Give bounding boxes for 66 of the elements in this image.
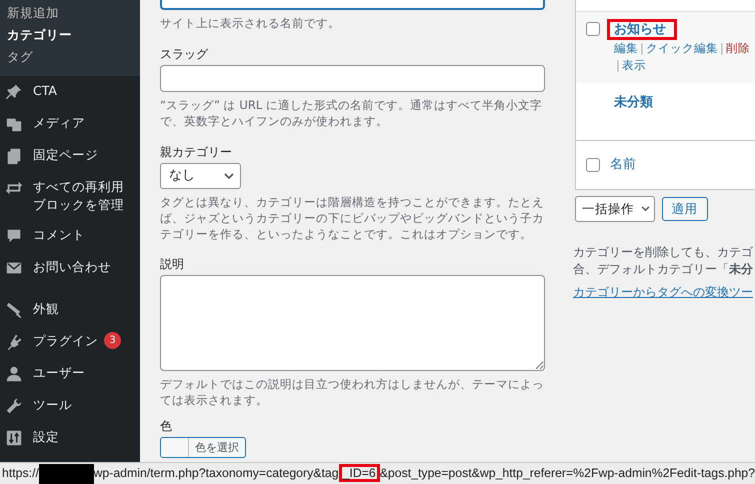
menu-label: プラグイン bbox=[33, 332, 98, 350]
menu-label: CTA bbox=[33, 82, 57, 100]
wrench-icon bbox=[5, 396, 23, 416]
sidebar-submenu-item[interactable]: カテゴリー bbox=[0, 24, 140, 46]
field-hint: タグとは異なり、カテゴリーは階層構造を持つことができます。たとえば、ジャズというカテゴリーの下にビバップやビッグバンドという子カテゴリーを作る、といったようなことです。これはオプションです。 bbox=[160, 194, 545, 242]
plug-icon bbox=[5, 332, 23, 352]
field-hint: デフォルトではこの説明は目立つ使われ方はしませんが、テーマによっては表示されます。 bbox=[160, 376, 545, 408]
separator: | bbox=[720, 40, 724, 54]
separator: | bbox=[616, 58, 620, 72]
apply-button[interactable]: 適用 bbox=[662, 196, 708, 222]
sidebar-menu-item[interactable]: メディア bbox=[0, 108, 140, 140]
pin-icon bbox=[5, 82, 23, 102]
field-label: 親カテゴリー bbox=[160, 144, 233, 160]
menu-label: 固定ページ bbox=[33, 146, 98, 164]
separator: | bbox=[640, 40, 644, 54]
bulk-actions-select[interactable]: 一括操作 bbox=[575, 196, 655, 222]
sidebar-menu-item[interactable]: 設定 bbox=[0, 422, 140, 454]
sidebar-menu-item[interactable]: 固定ページ bbox=[0, 140, 140, 172]
category-name-link[interactable]: 未分類 bbox=[614, 94, 653, 110]
redaction-block bbox=[38, 464, 94, 484]
menu-label: すべての再利用ブロックを管理 bbox=[33, 178, 125, 214]
note-text: 合、デフォルトカテゴリー「未分 bbox=[573, 261, 754, 278]
column-header-link[interactable]: 名前 bbox=[610, 155, 636, 174]
menu-label: ユーザー bbox=[33, 364, 85, 382]
menu-label: お問い合わせ bbox=[33, 258, 111, 276]
field-label: 説明 bbox=[160, 256, 185, 272]
category-name-link[interactable]: お知らせ bbox=[610, 22, 674, 37]
sidebar-menu-item[interactable]: ツール bbox=[0, 390, 140, 422]
menu-label: ツール bbox=[33, 396, 72, 414]
field-label: 色 bbox=[160, 418, 173, 434]
sidebar-menu-item[interactable]: 外観 bbox=[0, 294, 140, 326]
sidebar-menu-item[interactable]: すべての再利用ブロックを管理 bbox=[0, 172, 140, 220]
color-picker-button[interactable]: 色を選択 bbox=[160, 437, 246, 458]
pages-icon bbox=[5, 146, 23, 166]
url-prefix: https:// bbox=[2, 465, 39, 482]
sliders-icon bbox=[5, 428, 23, 448]
parent-category-select[interactable]: なし bbox=[160, 163, 241, 189]
select-all-checkbox[interactable] bbox=[586, 158, 600, 172]
sidebar-submenu-item[interactable]: タグ bbox=[0, 46, 140, 68]
field-hint: サイト上に表示される名前です。 bbox=[160, 15, 341, 31]
menu-label: 設定 bbox=[33, 428, 59, 446]
sidebar-submenu-item[interactable]: 新規追加 bbox=[0, 2, 140, 24]
sidebar-menu-item[interactable]: プラグイン 3 bbox=[0, 326, 140, 358]
field-hint: “スラッグ” は URL に適した形式の名前です。通常はすべて半角小文字で、英数字とハイフンのみが使われます。 bbox=[160, 97, 544, 129]
converter-link[interactable]: カテゴリーからタグへの変換ツー bbox=[573, 284, 753, 302]
slug-input-field[interactable] bbox=[160, 65, 545, 92]
sidebar-menu-item[interactable]: ユーザー bbox=[0, 358, 140, 390]
delete-link[interactable]: 削除 bbox=[726, 40, 750, 54]
row-checkbox[interactable] bbox=[586, 22, 600, 36]
user-icon bbox=[5, 364, 23, 384]
row-action-link[interactable]: 表示 bbox=[622, 58, 646, 72]
chevron-down-icon bbox=[224, 172, 234, 180]
description-text-area[interactable] bbox=[160, 275, 545, 371]
sidebar-menu-item[interactable]: コメント bbox=[0, 220, 140, 252]
sidebar-menu-item[interactable]: CTA bbox=[0, 76, 140, 108]
sidebar-menu-item[interactable]: お問い合わせ bbox=[0, 252, 140, 284]
menu-label: コメント bbox=[33, 226, 85, 244]
menu-label: メディア bbox=[33, 114, 85, 132]
row-action-link[interactable]: クイック編集 bbox=[646, 40, 718, 54]
note-text: カテゴリーを削除しても、カテゴ bbox=[573, 244, 754, 261]
brush-icon bbox=[5, 300, 23, 320]
count-badge: 3 bbox=[104, 332, 121, 349]
menu-label: 外観 bbox=[33, 300, 59, 318]
row-action-link[interactable]: 編集 bbox=[614, 40, 638, 54]
field-label: スラッグ bbox=[160, 46, 210, 62]
chevron-down-icon bbox=[641, 206, 650, 212]
